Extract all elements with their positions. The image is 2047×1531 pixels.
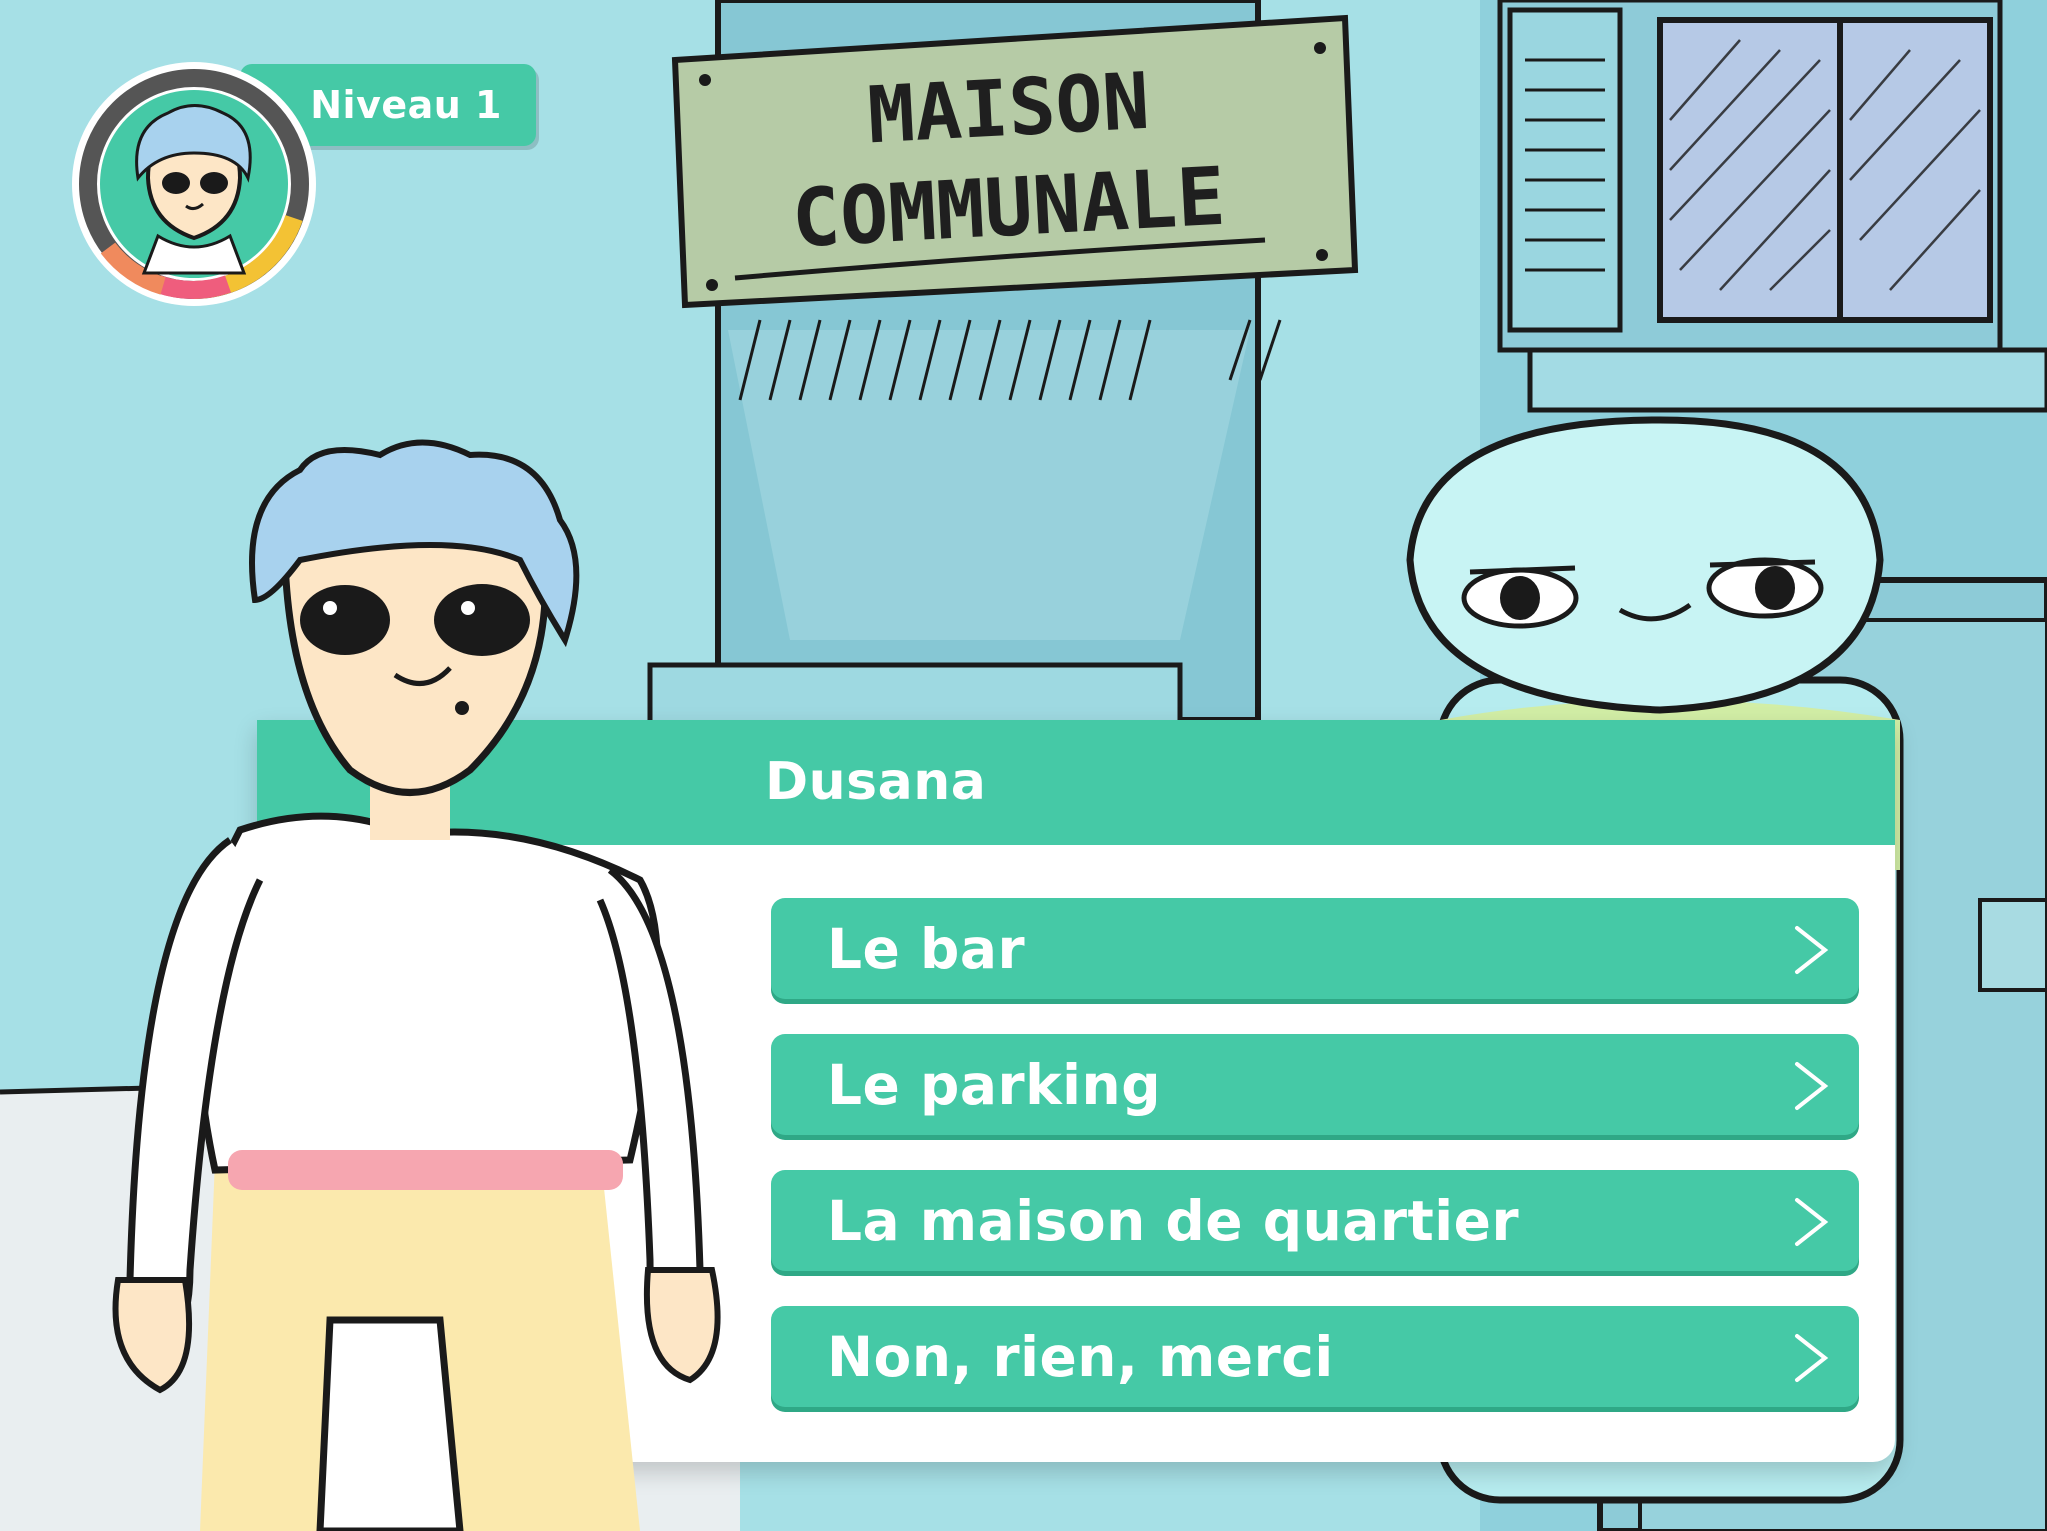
level-label: Niveau 1	[310, 83, 502, 127]
chevron-right-icon	[1795, 1198, 1829, 1246]
choice-button-maison-de-quartier[interactable]: La maison de quartier	[771, 1170, 1859, 1271]
choice-button-le-parking[interactable]: Le parking	[771, 1034, 1859, 1135]
maison-communale-sign: MAISON COMMUNALE	[671, 14, 1359, 309]
sign-text-line1: MAISON	[866, 57, 1152, 162]
choice-label: Non, rien, merci	[827, 1324, 1334, 1389]
choice-label: Le bar	[827, 916, 1026, 981]
chevron-right-icon	[1795, 1062, 1829, 1110]
choice-label: Le parking	[827, 1052, 1162, 1117]
avatar-portrait[interactable]	[68, 58, 320, 310]
chevron-right-icon	[1795, 926, 1829, 974]
speaker-name: Dusana	[765, 752, 987, 812]
choice-button-le-bar[interactable]: Le bar	[771, 898, 1859, 999]
dialog-box: Dusana Le bar Le parking La maison de qu…	[257, 720, 1895, 1462]
dialog-header: Dusana	[257, 720, 1895, 845]
choice-button-non-rien-merci[interactable]: Non, rien, merci	[771, 1306, 1859, 1407]
choice-list: Le bar Le parking La maison de quartier …	[771, 898, 1859, 1442]
choice-label: La maison de quartier	[827, 1188, 1520, 1253]
chevron-right-icon	[1795, 1334, 1829, 1382]
